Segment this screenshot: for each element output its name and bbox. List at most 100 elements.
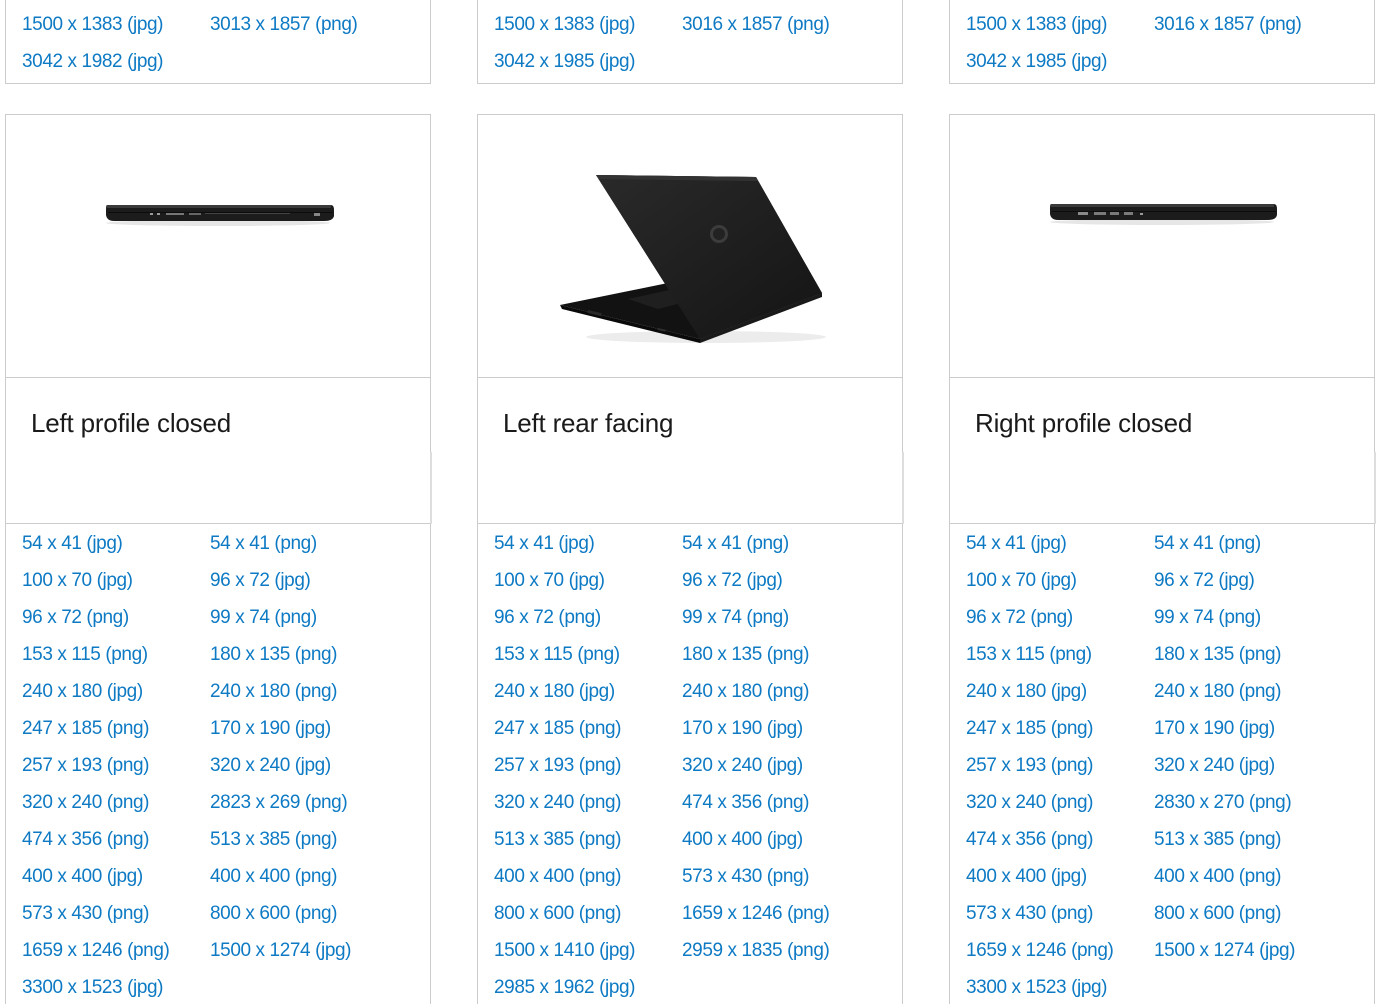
download-link[interactable]: 513 x 385 (png) <box>210 827 398 864</box>
download-link[interactable]: 3042 x 1985 (jpg) <box>494 49 682 86</box>
download-link[interactable]: 170 x 190 (jpg) <box>1154 716 1342 753</box>
download-link[interactable]: 800 x 600 (png) <box>494 901 682 938</box>
image-card-right-profile-closed: Right profile closed 54 x 41 (jpg) 54 x … <box>949 114 1376 1004</box>
download-link[interactable]: 320 x 240 (jpg) <box>682 753 870 790</box>
download-link[interactable]: 1659 x 1246 (png) <box>22 938 210 975</box>
download-links: 54 x 41 (jpg) 54 x 41 (png) 100 x 70 (jp… <box>966 531 1342 1004</box>
download-link[interactable]: 247 x 185 (png) <box>22 716 210 753</box>
download-link[interactable]: 2985 x 1962 (jpg) <box>494 975 682 1004</box>
download-link[interactable]: 3042 x 1982 (jpg) <box>22 49 210 86</box>
download-link[interactable]: 400 x 400 (jpg) <box>22 864 210 901</box>
download-link[interactable]: 247 x 185 (png) <box>494 716 682 753</box>
download-link[interactable]: 1659 x 1246 (png) <box>966 938 1154 975</box>
download-link[interactable]: 153 x 115 (png) <box>966 642 1154 679</box>
card-title: Left rear facing <box>503 408 674 438</box>
download-link[interactable]: 96 x 72 (jpg) <box>682 568 870 605</box>
download-link[interactable]: 1500 x 1383 (jpg) <box>966 12 1154 49</box>
download-link[interactable]: 180 x 135 (png) <box>1154 642 1342 679</box>
download-link[interactable]: 2830 x 270 (png) <box>1154 790 1342 827</box>
download-link[interactable]: 96 x 72 (png) <box>22 605 210 642</box>
download-link[interactable]: 99 x 74 (png) <box>210 605 398 642</box>
download-link[interactable]: 153 x 115 (png) <box>494 642 682 679</box>
download-link[interactable]: 54 x 41 (jpg) <box>966 531 1154 568</box>
download-link[interactable]: 320 x 240 (png) <box>22 790 210 827</box>
download-link[interactable]: 3016 x 1857 (png) <box>1154 12 1342 49</box>
download-card-top-1: 1500 x 1383 (jpg) 3013 x 1857 (png) 3042… <box>5 0 431 84</box>
download-link[interactable]: 100 x 70 (jpg) <box>966 568 1154 605</box>
download-link[interactable]: 257 x 193 (png) <box>966 753 1154 790</box>
download-link[interactable]: 1500 x 1274 (jpg) <box>210 938 398 975</box>
download-link[interactable]: 3016 x 1857 (png) <box>682 12 870 49</box>
download-link[interactable]: 800 x 600 (png) <box>210 901 398 938</box>
download-link[interactable]: 257 x 193 (png) <box>22 753 210 790</box>
download-link[interactable]: 320 x 240 (png) <box>494 790 682 827</box>
download-link[interactable]: 474 x 356 (png) <box>22 827 210 864</box>
download-link[interactable]: 54 x 41 (png) <box>1154 531 1342 568</box>
download-link[interactable]: 96 x 72 (jpg) <box>1154 568 1342 605</box>
product-image[interactable] <box>950 115 1374 378</box>
download-link[interactable]: 99 x 74 (png) <box>682 605 870 642</box>
download-link[interactable]: 99 x 74 (png) <box>1154 605 1342 642</box>
download-link[interactable]: 153 x 115 (png) <box>22 642 210 679</box>
download-link[interactable]: 54 x 41 (jpg) <box>22 531 210 568</box>
download-link[interactable]: 1659 x 1246 (png) <box>682 901 870 938</box>
download-link[interactable]: 170 x 190 (jpg) <box>210 716 398 753</box>
download-link[interactable]: 474 x 356 (png) <box>966 827 1154 864</box>
download-link[interactable]: 257 x 193 (png) <box>494 753 682 790</box>
download-link[interactable]: 513 x 385 (png) <box>494 827 682 864</box>
download-links: 54 x 41 (jpg) 54 x 41 (png) 100 x 70 (jp… <box>494 531 870 1004</box>
download-link[interactable]: 1500 x 1274 (jpg) <box>1154 938 1342 975</box>
download-link[interactable]: 3300 x 1523 (jpg) <box>22 975 210 1004</box>
download-link[interactable]: 1500 x 1383 (jpg) <box>22 12 210 49</box>
download-link[interactable]: 54 x 41 (png) <box>682 531 870 568</box>
download-card-top-2: 1500 x 1383 (jpg) 3016 x 1857 (png) 3042… <box>477 0 903 84</box>
download-link[interactable]: 573 x 430 (png) <box>966 901 1154 938</box>
download-link[interactable]: 400 x 400 (png) <box>1154 864 1342 901</box>
download-links: 1500 x 1383 (jpg) 3016 x 1857 (png) 3042… <box>966 12 1342 86</box>
download-link[interactable]: 320 x 240 (png) <box>966 790 1154 827</box>
download-link[interactable]: 180 x 135 (png) <box>682 642 870 679</box>
download-card-top-3: 1500 x 1383 (jpg) 3016 x 1857 (png) 3042… <box>949 0 1375 84</box>
download-link[interactable]: 247 x 185 (png) <box>966 716 1154 753</box>
download-links: 1500 x 1383 (jpg) 3013 x 1857 (png) 3042… <box>22 12 398 86</box>
download-link[interactable]: 320 x 240 (jpg) <box>210 753 398 790</box>
card-title: Left profile closed <box>31 408 231 438</box>
download-link[interactable]: 240 x 180 (png) <box>682 679 870 716</box>
download-link[interactable]: 400 x 400 (png) <box>210 864 398 901</box>
download-link[interactable]: 54 x 41 (png) <box>210 531 398 568</box>
download-link[interactable]: 2959 x 1835 (png) <box>682 938 870 975</box>
download-link[interactable]: 96 x 72 (png) <box>494 605 682 642</box>
download-link[interactable]: 96 x 72 (png) <box>966 605 1154 642</box>
download-link[interactable]: 320 x 240 (jpg) <box>1154 753 1342 790</box>
download-link[interactable]: 400 x 400 (jpg) <box>682 827 870 864</box>
download-link[interactable]: 573 x 430 (png) <box>22 901 210 938</box>
download-link[interactable]: 513 x 385 (png) <box>1154 827 1342 864</box>
download-link[interactable]: 3042 x 1985 (jpg) <box>966 49 1154 86</box>
download-link[interactable]: 3300 x 1523 (jpg) <box>966 975 1154 1004</box>
download-link[interactable]: 800 x 600 (png) <box>1154 901 1342 938</box>
card-title-area: Right profile closed <box>950 378 1376 524</box>
download-link[interactable]: 100 x 70 (jpg) <box>494 568 682 605</box>
download-link[interactable]: 474 x 356 (png) <box>682 790 870 827</box>
download-link[interactable]: 2823 x 269 (png) <box>210 790 398 827</box>
download-link[interactable]: 400 x 400 (jpg) <box>966 864 1154 901</box>
download-link[interactable]: 3013 x 1857 (png) <box>210 12 398 49</box>
card-title-area: Left rear facing <box>478 378 904 524</box>
download-link[interactable]: 100 x 70 (jpg) <box>22 568 210 605</box>
download-link[interactable]: 573 x 430 (png) <box>682 864 870 901</box>
download-link[interactable]: 240 x 180 (jpg) <box>22 679 210 716</box>
download-link[interactable]: 1500 x 1410 (jpg) <box>494 938 682 975</box>
download-link[interactable]: 240 x 180 (jpg) <box>966 679 1154 716</box>
download-link[interactable]: 240 x 180 (png) <box>1154 679 1342 716</box>
product-image[interactable] <box>478 115 902 378</box>
download-link[interactable]: 1500 x 1383 (jpg) <box>494 12 682 49</box>
product-image[interactable] <box>6 115 430 378</box>
download-link[interactable]: 240 x 180 (png) <box>210 679 398 716</box>
download-link[interactable]: 96 x 72 (jpg) <box>210 568 398 605</box>
download-link[interactable]: 400 x 400 (png) <box>494 864 682 901</box>
download-link[interactable]: 180 x 135 (png) <box>210 642 398 679</box>
download-link[interactable]: 240 x 180 (jpg) <box>494 679 682 716</box>
download-link[interactable]: 54 x 41 (jpg) <box>494 531 682 568</box>
card-title: Right profile closed <box>975 408 1193 438</box>
download-link[interactable]: 170 x 190 (jpg) <box>682 716 870 753</box>
